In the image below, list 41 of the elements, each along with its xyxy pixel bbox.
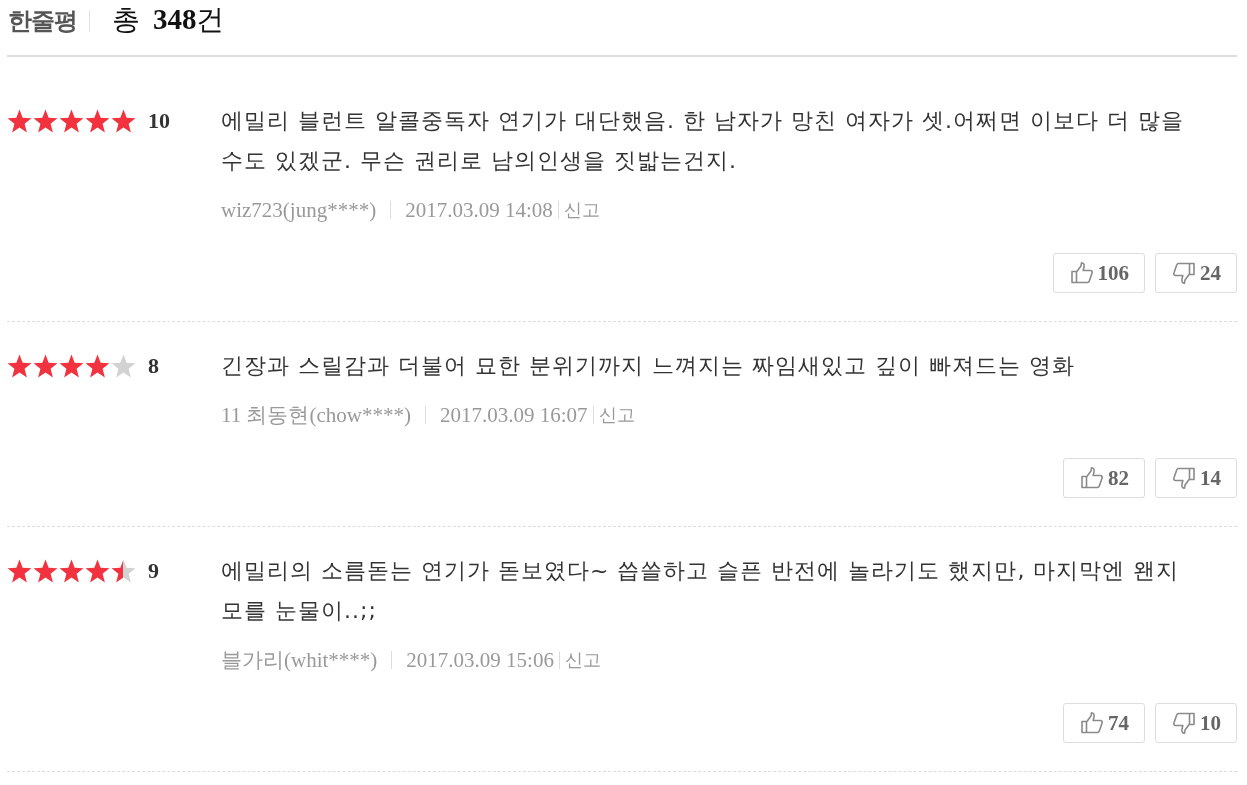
thumbs-down-icon [1172, 466, 1196, 490]
review-text: 에밀리의 소름돋는 연기가 돋보였다~ 씁쓸하고 슬픈 반전에 놀라기도 했지만, 마지막엔 왠지 모를 눈물이..;; [221, 557, 1181, 625]
review-text: 에밀리 블런트 알콜중독자 연기가 대단했음. 한 남자가 망친 여자가 셋.어쩌면 이보다 더 많을 수도 있겠군. 무슨 권리로 남의인생을 짓밟는건지. [221, 107, 1185, 175]
star-icon [111, 354, 136, 378]
rating-score: 9 [148, 558, 159, 584]
star-icon [7, 559, 32, 583]
thumbs-down-icon [1172, 711, 1196, 735]
author-name: 블가리(whit****) [221, 647, 378, 674]
review-text: 긴장과 스릴감과 더불어 묘한 분위기까지 느껴지는 짜임새있고 깊이 빠져드는 영화 [221, 352, 1076, 380]
total-count: 총 348건 [112, 1, 225, 38]
like-button[interactable]: 82 [1063, 458, 1145, 498]
thumbs-up-icon [1080, 466, 1104, 490]
thumbs-down-icon [1172, 261, 1196, 285]
author-name: wiz723(jung****) [221, 197, 377, 223]
review-date: 2017.03.09 15:06 [406, 647, 554, 673]
star-icon [85, 109, 110, 133]
star-icon [7, 354, 32, 378]
dislike-button[interactable]: 10 [1155, 703, 1237, 743]
like-button[interactable]: 106 [1052, 253, 1145, 293]
like-button[interactable]: 74 [1063, 703, 1145, 743]
section-title: 한줄평 [8, 9, 90, 32]
rating-score: 10 [148, 108, 170, 134]
star-icon [59, 109, 84, 133]
thumbs-up-icon [1069, 261, 1094, 285]
author-name: 11 최동현(chow****) [221, 402, 411, 429]
star-icon [85, 559, 110, 583]
review-date: 2017.03.09 14:08 [405, 197, 553, 223]
rating-score: 8 [148, 353, 159, 379]
star-icon [33, 559, 58, 583]
star-icon [33, 109, 58, 133]
review-date: 2017.03.09 16:07 [439, 402, 588, 428]
thumbs-up-icon [1080, 711, 1104, 735]
star-icon [59, 354, 84, 378]
dislike-button[interactable]: 14 [1155, 458, 1237, 498]
star-icon [111, 559, 136, 583]
star-icon [33, 354, 58, 378]
star-icon [59, 559, 84, 583]
dislike-button[interactable]: 24 [1155, 253, 1237, 293]
star-icon [7, 109, 32, 133]
star-icon [85, 354, 110, 378]
star-icon [111, 109, 136, 133]
